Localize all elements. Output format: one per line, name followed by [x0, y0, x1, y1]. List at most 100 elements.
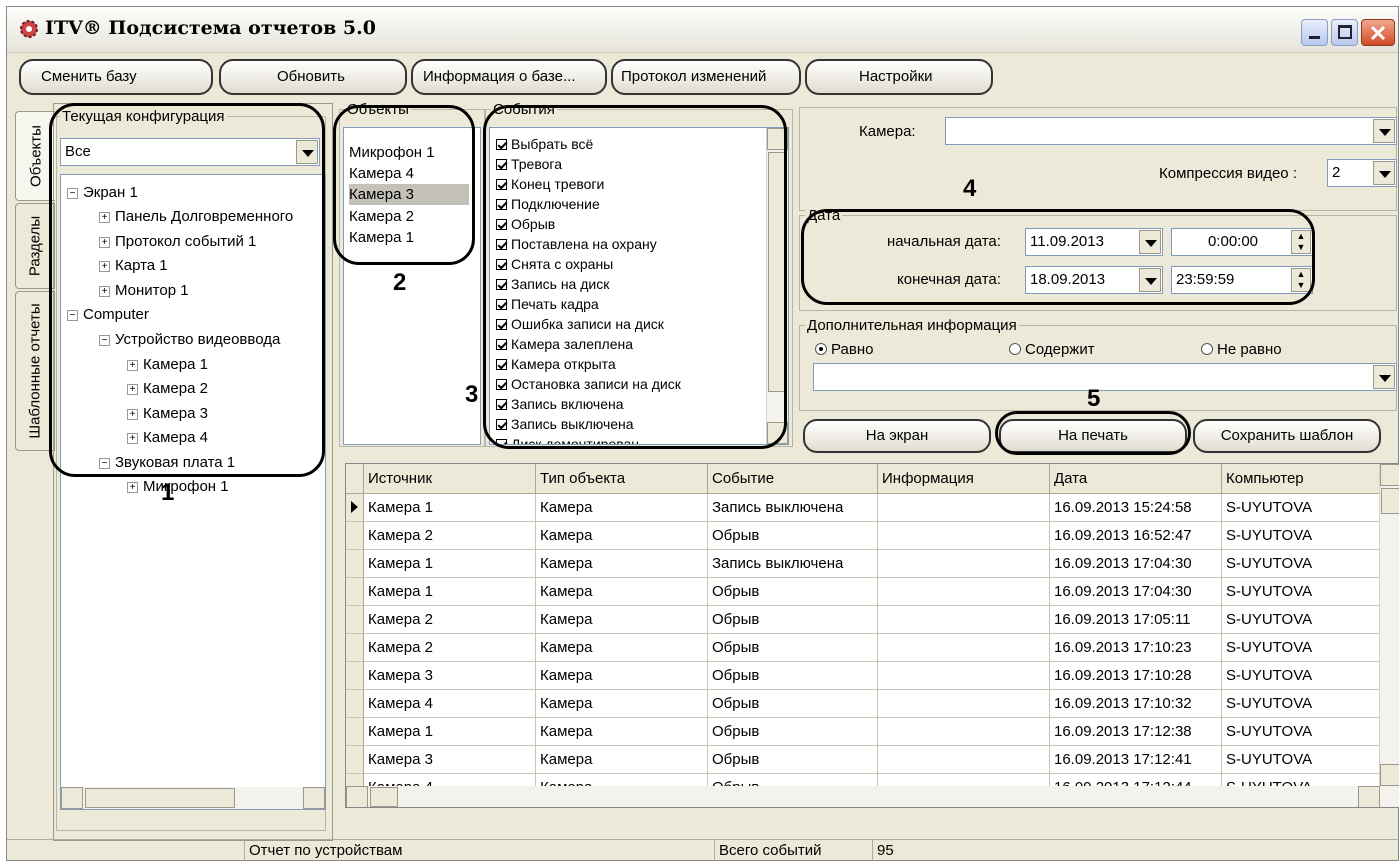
table-cell[interactable]: Обрыв	[708, 718, 878, 746]
tree-node[interactable]: + Микрофон 1	[127, 477, 229, 497]
table-cell[interactable]: S-UYUTOVA	[1222, 606, 1382, 634]
table-cell[interactable]: S-UYUTOVA	[1222, 746, 1382, 774]
table-cell[interactable]: Камера 1	[364, 578, 536, 606]
table-row[interactable]: Камера 1 Камера Запись выключена 16.09.2013…	[346, 494, 1399, 524]
col-computer[interactable]: Компьютер	[1222, 464, 1382, 494]
table-cell[interactable]: Камера	[536, 662, 708, 690]
table-cell[interactable]: Обрыв	[708, 578, 878, 606]
table-cell[interactable]: Камера 2	[364, 522, 536, 550]
radio-equal[interactable]: Равно	[815, 341, 873, 358]
table-cell[interactable]: Камера	[536, 746, 708, 774]
col-object-type[interactable]: Тип объекта	[536, 464, 708, 494]
table-cell[interactable]: Камера 3	[364, 662, 536, 690]
table-cell[interactable]: 16.09.2013 17:12:41	[1050, 746, 1222, 774]
table-cell[interactable]: Обрыв	[708, 522, 878, 550]
table-cell[interactable]	[878, 690, 1050, 718]
table-cell[interactable]: Запись выключена	[708, 494, 878, 522]
chevron-down-icon[interactable]	[1373, 365, 1395, 389]
scroll-thumb[interactable]	[1381, 488, 1399, 514]
table-cell[interactable]: Обрыв	[708, 606, 878, 634]
table-cell[interactable]	[878, 578, 1050, 606]
table-row[interactable]: Камера 2 Камера Обрыв 16.09.2013 17:10:23 S-…	[346, 634, 1399, 664]
table-vscrollbar[interactable]	[1379, 464, 1399, 786]
scroll-up-icon[interactable]	[1380, 464, 1399, 486]
chevron-down-icon[interactable]	[1373, 161, 1395, 185]
db-info-button[interactable]: Информация о базе...	[411, 59, 607, 95]
table-cell[interactable]: Камера	[536, 578, 708, 606]
chevron-down-icon[interactable]	[1373, 119, 1395, 143]
scroll-right-icon[interactable]	[1358, 786, 1380, 807]
refresh-button[interactable]: Обновить	[219, 59, 407, 95]
table-row[interactable]: Камера 3 Камера Обрыв 16.09.2013 17:12:41 S-…	[346, 746, 1399, 776]
minimize-button[interactable]	[1301, 19, 1328, 46]
table-cell[interactable]: Камера 1	[364, 718, 536, 746]
table-cell[interactable]: Обрыв	[708, 634, 878, 662]
table-row[interactable]: Камера 2 Камера Обрыв 16.09.2013 17:05:11 S-…	[346, 606, 1399, 636]
close-button[interactable]	[1361, 19, 1395, 46]
table-cell[interactable]: 16.09.2013 17:10:23	[1050, 634, 1222, 662]
table-cell[interactable]: Камера 4	[364, 690, 536, 718]
table-cell[interactable]: S-UYUTOVA	[1222, 522, 1382, 550]
table-cell[interactable]: S-UYUTOVA	[1222, 494, 1382, 522]
table-cell[interactable]: 16.09.2013 17:10:32	[1050, 690, 1222, 718]
table-cell[interactable]: 16.09.2013 17:04:30	[1050, 578, 1222, 606]
table-cell[interactable]: Камера	[536, 550, 708, 578]
scroll-down-icon[interactable]	[1380, 764, 1399, 786]
table-cell[interactable]: S-UYUTOVA	[1222, 578, 1382, 606]
table-cell[interactable]: S-UYUTOVA	[1222, 550, 1382, 578]
table-cell[interactable]: Запись выключена	[708, 550, 878, 578]
maximize-button[interactable]	[1331, 19, 1358, 46]
table-cell[interactable]: Камера	[536, 606, 708, 634]
col-event[interactable]: Событие	[708, 464, 878, 494]
table-cell[interactable]: 16.09.2013 17:05:11	[1050, 606, 1222, 634]
table-cell[interactable]: Обрыв	[708, 690, 878, 718]
col-source[interactable]: Источник	[364, 464, 536, 494]
table-cell[interactable]: Камера	[536, 634, 708, 662]
table-cell[interactable]: Камера 2	[364, 606, 536, 634]
change-log-button[interactable]: Протокол изменений	[611, 59, 801, 95]
table-cell[interactable]: 16.09.2013 16:52:47	[1050, 522, 1222, 550]
table-cell[interactable]: S-UYUTOVA	[1222, 718, 1382, 746]
table-cell[interactable]	[878, 746, 1050, 774]
scroll-right-icon[interactable]	[303, 787, 325, 809]
save-template-button[interactable]: Сохранить шаблон	[1193, 419, 1381, 453]
table-cell[interactable]	[878, 718, 1050, 746]
extra-value-select[interactable]	[813, 363, 1397, 391]
table-cell[interactable]: Обрыв	[708, 662, 878, 690]
table-cell[interactable]: Камера 3	[364, 746, 536, 774]
table-cell[interactable]: Камера 1	[364, 550, 536, 578]
table-cell[interactable]: 16.09.2013 17:12:38	[1050, 718, 1222, 746]
change-db-button[interactable]: Сменить базу	[19, 59, 213, 95]
tree-hscrollbar[interactable]	[61, 787, 325, 809]
table-cell[interactable]: S-UYUTOVA	[1222, 662, 1382, 690]
table-cell[interactable]: Камера	[536, 494, 708, 522]
col-date[interactable]: Дата	[1050, 464, 1222, 494]
scroll-thumb[interactable]	[370, 787, 398, 807]
table-cell[interactable]: Обрыв	[708, 746, 878, 774]
table-row[interactable]: Камера 1 Камера Обрыв 16.09.2013 17:12:38 S-…	[346, 718, 1399, 748]
to-screen-button[interactable]: На экран	[803, 419, 991, 453]
table-row[interactable]: Камера 4 Камера Обрыв 16.09.2013 17:10:32 S-…	[346, 690, 1399, 720]
table-cell[interactable]	[878, 634, 1050, 662]
table-cell[interactable]: Камера	[536, 690, 708, 718]
settings-button[interactable]: Настройки	[805, 59, 993, 95]
col-info[interactable]: Информация	[878, 464, 1050, 494]
table-cell[interactable]: 16.09.2013 17:10:28	[1050, 662, 1222, 690]
table-cell[interactable]: S-UYUTOVA	[1222, 690, 1382, 718]
scroll-thumb[interactable]	[85, 788, 235, 808]
table-cell[interactable]: 16.09.2013 15:24:58	[1050, 494, 1222, 522]
table-cell[interactable]: S-UYUTOVA	[1222, 634, 1382, 662]
radio-contains[interactable]: Содержит	[1009, 341, 1095, 358]
table-cell[interactable]: 16.09.2013 17:04:30	[1050, 550, 1222, 578]
table-cell[interactable]	[878, 662, 1050, 690]
table-cell[interactable]: Камера	[536, 522, 708, 550]
table-row[interactable]: Камера 1 Камера Обрыв 16.09.2013 17:04:30 S-…	[346, 578, 1399, 608]
scroll-left-icon[interactable]	[61, 787, 83, 809]
table-cell[interactable]	[878, 550, 1050, 578]
table-cell[interactable]	[878, 494, 1050, 522]
table-row[interactable]: Камера 2 Камера Обрыв 16.09.2013 16:52:47 S-…	[346, 522, 1399, 552]
table-hscrollbar[interactable]	[346, 786, 1399, 807]
scroll-left-icon[interactable]	[346, 786, 368, 807]
table-cell[interactable]	[878, 522, 1050, 550]
table-cell[interactable]	[878, 606, 1050, 634]
